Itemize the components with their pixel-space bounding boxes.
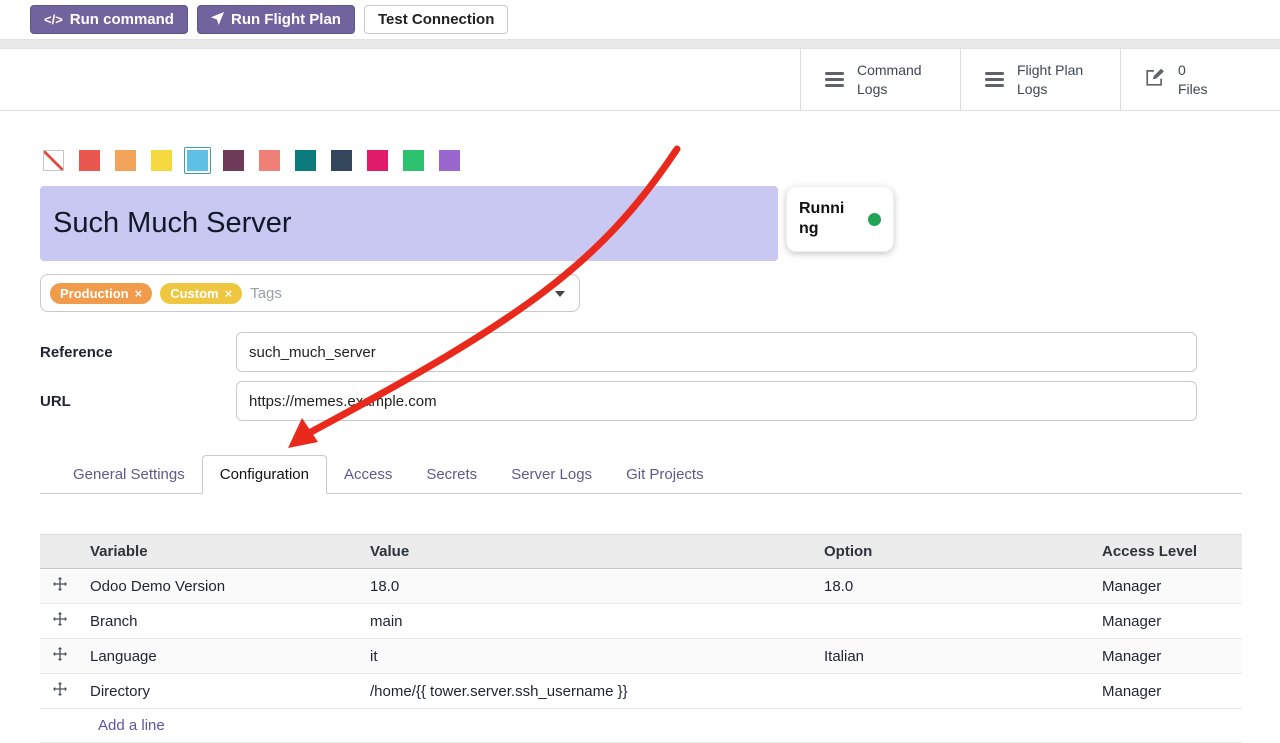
reference-field-row: Reference — [40, 332, 1242, 372]
cell-variable[interactable]: Directory — [80, 674, 360, 709]
tags-input[interactable]: Production × Custom × Tags — [40, 274, 580, 312]
cell-access[interactable]: Manager — [1092, 639, 1242, 674]
column-header-value: Value — [360, 535, 814, 569]
drag-handle-icon[interactable] — [40, 639, 80, 674]
cell-value[interactable]: /home/{{ tower.server.ssh_username }} — [360, 674, 814, 709]
color-swatch-selected[interactable] — [184, 147, 211, 174]
chevron-down-icon[interactable] — [555, 291, 565, 297]
add-line-row: Add a line — [40, 709, 1242, 743]
url-input[interactable] — [236, 381, 1197, 421]
status-badge[interactable]: Running — [786, 186, 894, 252]
code-icon: </> — [44, 12, 63, 27]
cell-value[interactable]: main — [360, 604, 814, 639]
color-swatch[interactable] — [112, 147, 139, 174]
no-color-icon — [43, 150, 64, 171]
paper-plane-icon — [211, 12, 224, 28]
cell-variable[interactable]: Language — [80, 639, 360, 674]
color-swatch[interactable] — [148, 147, 175, 174]
color-swatch[interactable] — [328, 147, 355, 174]
column-header-variable: Variable — [80, 535, 360, 569]
add-a-line-link[interactable]: Add a line — [98, 717, 165, 734]
color-swatch[interactable] — [364, 147, 391, 174]
color-swatch[interactable] — [436, 147, 463, 174]
table-row: Language it Italian Manager — [40, 639, 1242, 674]
top-toolbar: </> Run command Run Flight Plan Test Con… — [0, 0, 1280, 39]
status-label: Running — [799, 199, 849, 239]
run-command-label: Run command — [70, 11, 174, 28]
run-command-button[interactable]: </> Run command — [30, 5, 188, 34]
color-swatch[interactable] — [220, 147, 247, 174]
table-row: Odoo Demo Version 18.0 18.0 Manager — [40, 569, 1242, 604]
tab-configuration[interactable]: Configuration — [202, 455, 327, 494]
cell-value[interactable]: 18.0 — [360, 569, 814, 604]
menu-bars-icon — [825, 72, 844, 87]
cell-access[interactable]: Manager — [1092, 674, 1242, 709]
run-flight-plan-label: Run Flight Plan — [231, 11, 341, 28]
header-row: Command Logs Flight Plan Logs 0 Files — [0, 49, 1280, 111]
tags-placeholder: Tags — [250, 285, 282, 302]
cell-option[interactable]: Italian — [814, 639, 1092, 674]
tab-server-logs[interactable]: Server Logs — [494, 456, 609, 493]
cell-option[interactable] — [814, 604, 1092, 639]
tag-pill-custom[interactable]: Custom × — [160, 283, 242, 304]
notebook-tabs: General Settings Configuration Access Se… — [40, 455, 1242, 494]
tag-label: Custom — [170, 286, 218, 301]
files-button[interactable]: 0 Files — [1120, 49, 1280, 110]
cell-variable[interactable]: Branch — [80, 604, 360, 639]
cell-access[interactable]: Manager — [1092, 604, 1242, 639]
main-content: Running Production × Custom × Tags Refer… — [0, 111, 1280, 743]
files-count-label: 0 Files — [1178, 61, 1208, 99]
run-flight-plan-button[interactable]: Run Flight Plan — [197, 5, 355, 34]
divider-strip — [0, 39, 1280, 49]
tab-access[interactable]: Access — [327, 456, 409, 493]
config-table: Variable Value Option Access Level Odoo … — [40, 534, 1242, 743]
tab-general-settings[interactable]: General Settings — [56, 456, 202, 493]
tag-label: Production — [60, 286, 129, 301]
handle-column-header — [40, 535, 80, 569]
cell-access[interactable]: Manager — [1092, 569, 1242, 604]
color-swatch[interactable] — [400, 147, 427, 174]
menu-bars-icon — [985, 72, 1004, 87]
color-swatch-none[interactable] — [40, 147, 67, 174]
edit-pencil-square-icon — [1145, 67, 1165, 92]
cell-option[interactable]: 18.0 — [814, 569, 1092, 604]
command-logs-label: Command Logs — [857, 61, 922, 99]
remove-tag-icon[interactable]: × — [135, 287, 143, 300]
cell-option[interactable] — [814, 674, 1092, 709]
test-connection-label: Test Connection — [378, 11, 494, 28]
remove-tag-icon[interactable]: × — [225, 287, 233, 300]
flight-plan-logs-label: Flight Plan Logs — [1017, 61, 1083, 99]
drag-handle-icon[interactable] — [40, 569, 80, 604]
tag-pill-production[interactable]: Production × — [50, 283, 152, 304]
cell-value[interactable]: it — [360, 639, 814, 674]
drag-handle-icon[interactable] — [40, 674, 80, 709]
color-swatch[interactable] — [292, 147, 319, 174]
url-field-row: URL — [40, 381, 1242, 421]
color-swatch[interactable] — [76, 147, 103, 174]
command-logs-button[interactable]: Command Logs — [800, 49, 960, 110]
url-label: URL — [40, 393, 236, 410]
reference-label: Reference — [40, 344, 236, 361]
server-name-input[interactable] — [40, 186, 778, 261]
column-header-option: Option — [814, 535, 1092, 569]
drag-handle-icon[interactable] — [40, 604, 80, 639]
tab-git-projects[interactable]: Git Projects — [609, 456, 721, 493]
title-row: Running — [40, 186, 1242, 261]
table-header-row: Variable Value Option Access Level — [40, 535, 1242, 569]
status-dot-icon — [868, 213, 881, 226]
cell-variable[interactable]: Odoo Demo Version — [80, 569, 360, 604]
table-row: Branch main Manager — [40, 604, 1242, 639]
color-palette — [40, 147, 1242, 174]
reference-input[interactable] — [236, 332, 1197, 372]
color-swatch[interactable] — [256, 147, 283, 174]
flight-plan-logs-button[interactable]: Flight Plan Logs — [960, 49, 1120, 110]
test-connection-button[interactable]: Test Connection — [364, 5, 508, 34]
column-header-access-level: Access Level — [1092, 535, 1242, 569]
table-row: Directory /home/{{ tower.server.ssh_user… — [40, 674, 1242, 709]
tab-secrets[interactable]: Secrets — [409, 456, 494, 493]
